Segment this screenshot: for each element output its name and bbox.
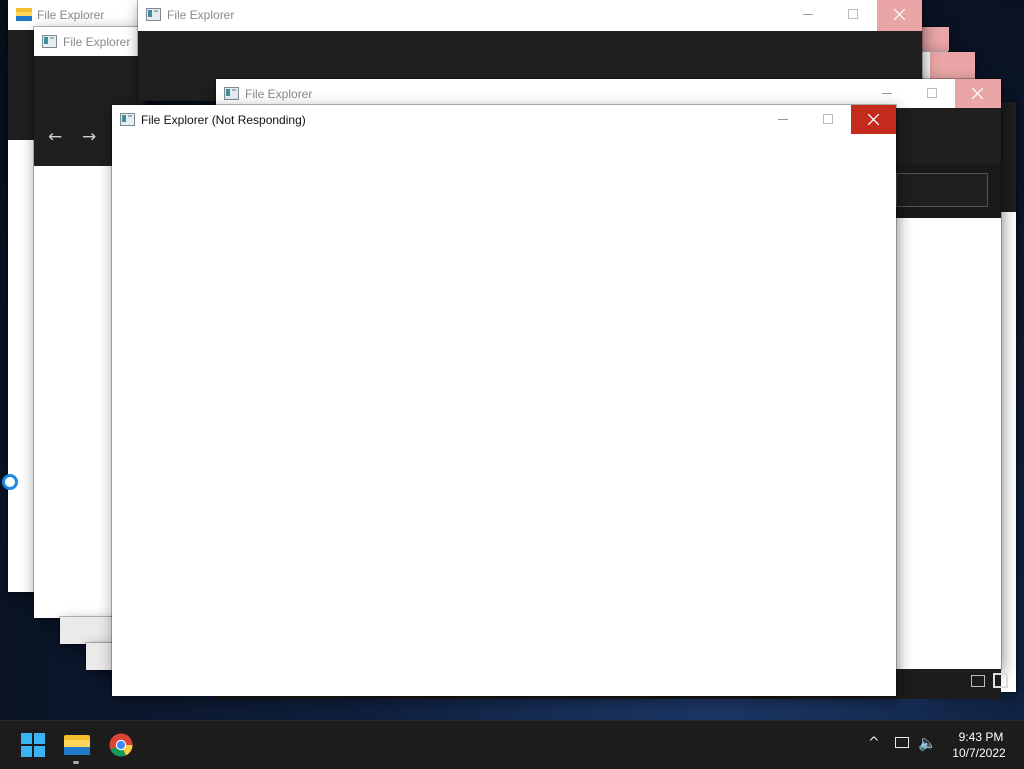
close-icon — [894, 9, 905, 20]
busy-cursor-icon — [2, 474, 18, 490]
taskbar: ^ 🔈 9:43 PM 10/7/2022 — [0, 720, 1024, 769]
title-bar[interactable]: File Explorer — [34, 27, 144, 56]
minimize-button[interactable] — [785, 0, 830, 29]
title-bar[interactable]: File Explorer — [216, 79, 1001, 108]
window-title: File Explorer — [37, 8, 105, 22]
minimize-button[interactable] — [864, 79, 909, 108]
taskbar-chrome[interactable] — [109, 733, 133, 757]
close-button[interactable] — [930, 52, 975, 79]
clock-time[interactable]: 9:43 PM — [948, 730, 1014, 744]
back-arrow-icon[interactable]: ← — [48, 127, 62, 147]
forward-arrow-icon[interactable]: → — [82, 127, 96, 147]
taskbar-file-explorer[interactable] — [64, 733, 90, 757]
maximize-button[interactable] — [805, 105, 850, 134]
app-icon — [42, 35, 57, 48]
maximize-button[interactable] — [909, 79, 954, 108]
minimize-button[interactable] — [760, 105, 805, 134]
title-bar[interactable]: File Explorer — [138, 0, 922, 31]
running-indicator — [73, 761, 79, 764]
close-icon — [868, 114, 879, 125]
window-title: File Explorer — [167, 8, 235, 22]
close-button[interactable] — [877, 0, 922, 31]
window-title: File Explorer (Not Responding) — [141, 113, 306, 127]
file-explorer-icon — [16, 8, 32, 21]
chrome-icon — [109, 733, 133, 757]
close-icon — [972, 88, 983, 99]
app-icon — [120, 113, 135, 126]
start-button[interactable] — [21, 733, 45, 757]
search-input[interactable] — [896, 173, 988, 207]
background-window-stack — [60, 617, 120, 644]
close-button[interactable] — [955, 79, 1001, 108]
network-icon[interactable] — [895, 737, 909, 748]
clock-date[interactable]: 10/7/2022 — [944, 746, 1014, 760]
app-icon — [146, 8, 161, 21]
close-button[interactable] — [851, 105, 896, 134]
start-icon — [21, 733, 45, 757]
title-bar[interactable]: File Explorer — [8, 0, 148, 30]
details-view-icon[interactable] — [971, 675, 985, 687]
window-title: File Explorer — [63, 35, 131, 49]
app-icon — [224, 87, 239, 100]
file-explorer-icon — [64, 735, 90, 755]
title-bar[interactable]: File Explorer (Not Responding) — [112, 105, 896, 134]
chevron-up-icon[interactable]: ^ — [868, 735, 880, 751]
explorer-window-not-responding[interactable]: File Explorer (Not Responding) — [112, 105, 896, 696]
maximize-button[interactable] — [830, 0, 875, 29]
large-icons-view-icon[interactable] — [993, 673, 1008, 688]
volume-icon[interactable]: 🔈 — [918, 734, 937, 752]
window-title: File Explorer — [245, 87, 313, 101]
